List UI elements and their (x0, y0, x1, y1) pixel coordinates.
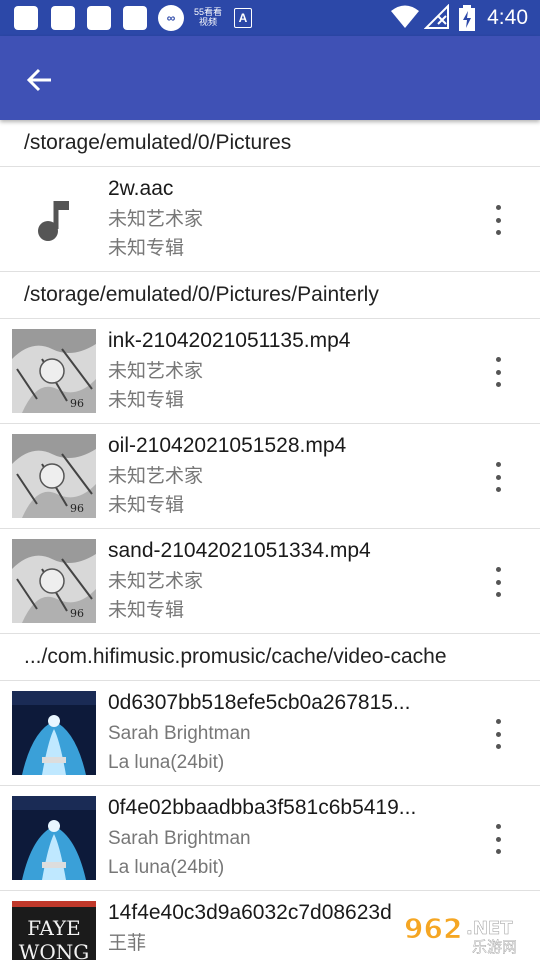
item-title: oil-21042021051528.mp4 (108, 434, 347, 457)
app-badge-text: 55看看 视频 (194, 7, 223, 27)
item-artist: 未知艺术家 (108, 361, 204, 382)
a-icon: A (234, 8, 252, 28)
svg-text:96: 96 (70, 607, 84, 620)
folder-path-header: /storage/emulated/0/Pictures (0, 120, 540, 167)
more-options-button[interactable] (486, 462, 510, 492)
notification-icon (14, 6, 38, 30)
status-bar: ∞ 55看看 视频 A 4:40 (0, 0, 540, 36)
video-thumbnail: 96 (12, 539, 96, 623)
video-thumbnail: 96 (12, 434, 96, 518)
item-artist: Sarah Brightman (108, 723, 251, 744)
list-item[interactable]: 0f4e02bbaadbba3f581c6b5419... Sarah Brig… (0, 786, 540, 891)
item-artist: 未知艺术家 (108, 571, 204, 592)
a-icon-letter: A (238, 11, 248, 25)
battery-charging-icon (459, 5, 475, 31)
item-title: 0f4e02bbaadbba3f581c6b5419... (108, 796, 417, 819)
item-album: La luna(24bit) (108, 752, 225, 773)
list-item[interactable]: 2w.aac 未知艺术家 未知专辑 (0, 167, 540, 272)
item-album: 未知专辑 (108, 238, 185, 259)
item-title: 0d6307bb518efe5cb0a267815... (108, 691, 411, 714)
back-button[interactable] (18, 58, 62, 102)
more-options-button[interactable] (486, 567, 510, 597)
watermark-logo: 962 .NET 乐游网 (402, 910, 534, 957)
folder-path-header: /storage/emulated/0/Pictures/Painterly (0, 272, 540, 319)
arrow-back-icon (27, 68, 51, 92)
list-item[interactable]: 96 oil-21042021051528.mp4 未知艺术家 未知专辑 (0, 424, 540, 529)
folder-path-header: .../com.hifimusic.promusic/cache/video-c… (0, 634, 540, 681)
list-item[interactable]: 96 ink-21042021051135.mp4 未知艺术家 未知专辑 (0, 319, 540, 424)
no-signal-icon (424, 4, 449, 29)
album-cover (12, 691, 96, 775)
album-cover: FAYE WONG (12, 901, 96, 960)
file-list[interactable]: /storage/emulated/0/Pictures 2w.aac 未知艺术… (0, 120, 540, 960)
item-album: 未知专辑 (108, 495, 185, 516)
app-badge-icon: 55看看 视频 (194, 7, 222, 27)
list-item[interactable]: 0d6307bb518efe5cb0a267815... Sarah Brigh… (0, 681, 540, 786)
album-cover (12, 796, 96, 880)
album-cover-text: WONG (19, 940, 89, 960)
notification-icon (51, 6, 75, 30)
video-thumbnail: 96 (12, 329, 96, 413)
more-options-button[interactable] (486, 824, 510, 854)
more-options-button[interactable] (486, 357, 510, 387)
item-artist: Sarah Brightman (108, 828, 251, 849)
svg-text:96: 96 (70, 502, 84, 515)
watermark-site: 乐游网 (472, 938, 517, 954)
infinity-icon: ∞ (158, 5, 184, 31)
item-title: sand-21042021051334.mp4 (108, 539, 371, 562)
watermark-number: 962 (404, 912, 462, 945)
watermark-domain: .NET (466, 918, 513, 939)
item-album: 未知专辑 (108, 600, 185, 621)
svg-text:96: 96 (70, 397, 84, 410)
notification-icon (87, 6, 111, 30)
app-bar (0, 36, 540, 120)
item-title: 2w.aac (108, 177, 174, 200)
item-album: 未知专辑 (108, 390, 185, 411)
item-artist: 未知艺术家 (108, 466, 204, 487)
list-item[interactable]: 96 sand-21042021051334.mp4 未知艺术家 未知专辑 (0, 529, 540, 634)
album-cover-text: FAYE (27, 916, 81, 940)
item-artist: 未知艺术家 (108, 209, 204, 230)
status-time: 4:40 (487, 6, 528, 29)
item-title: ink-21042021051135.mp4 (108, 329, 351, 352)
more-options-button[interactable] (486, 719, 510, 749)
more-options-button[interactable] (486, 205, 510, 235)
wifi-icon (391, 5, 419, 28)
item-album: La luna(24bit) (108, 857, 225, 878)
music-note-icon (12, 177, 96, 261)
notification-icon (123, 6, 147, 30)
